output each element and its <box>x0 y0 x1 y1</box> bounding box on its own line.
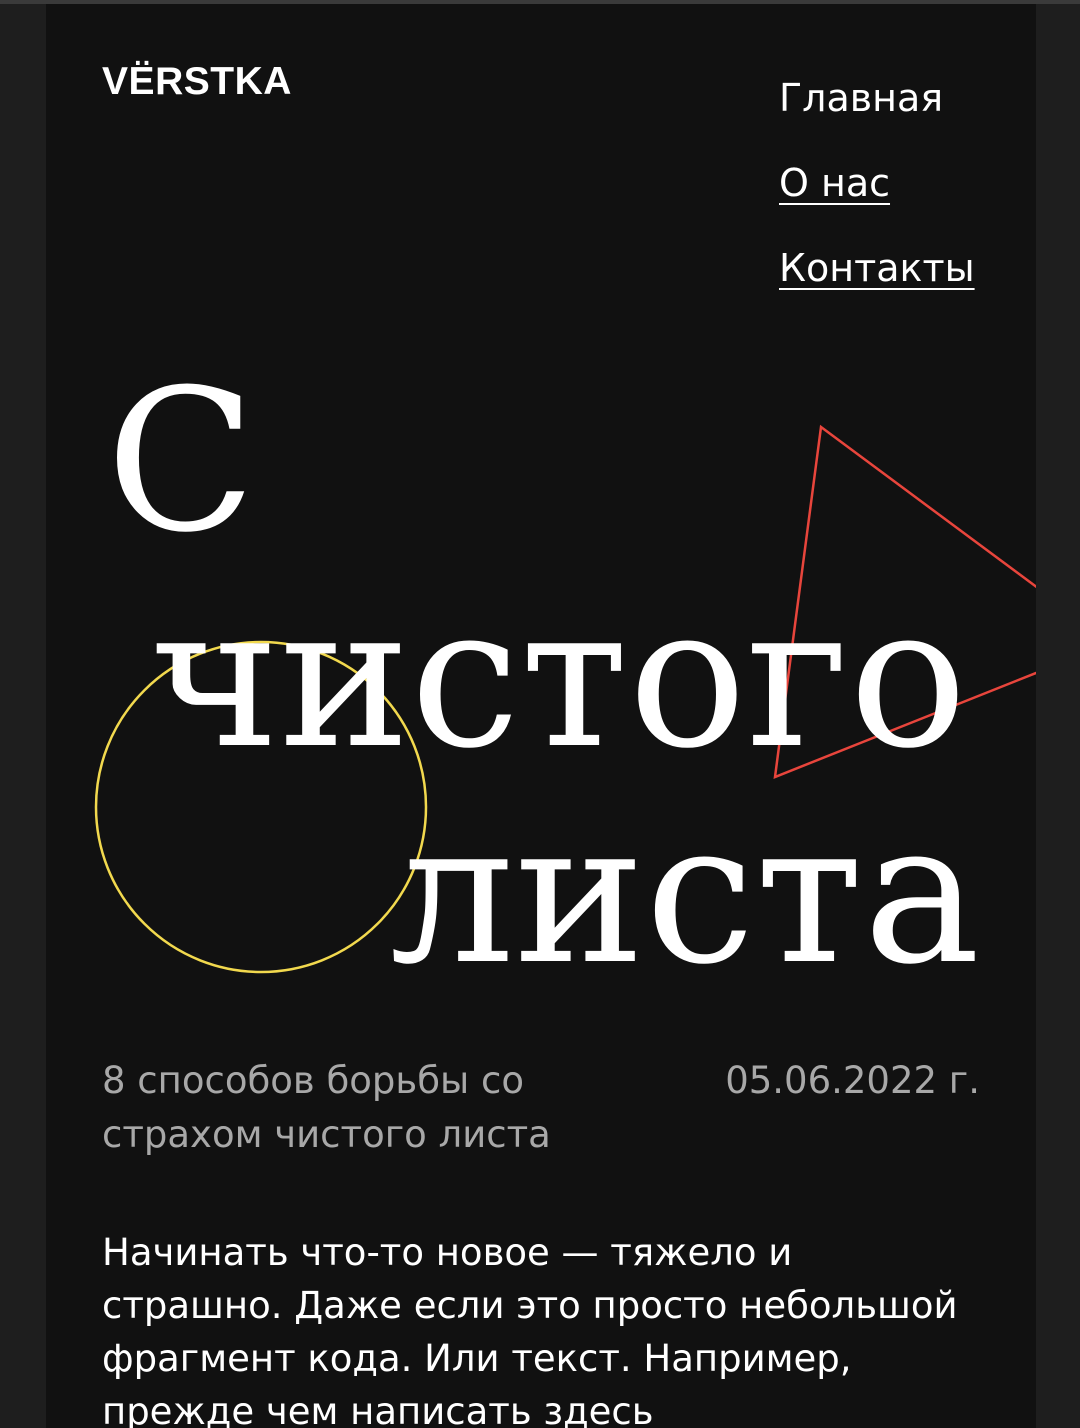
page-container: VЁRSTKA Главная О нас Контакты С чистого… <box>46 4 1036 1428</box>
article-subtitle: 8 способов борьбы со страхом чистого лис… <box>102 1059 551 1156</box>
hero-title-line-2: чистого <box>150 564 968 792</box>
hero-title-line-3: листа <box>390 780 981 1008</box>
hero-title: С чистого листа <box>102 354 980 1002</box>
article-date: 05.06.2022 г. <box>725 1059 980 1102</box>
hero-title-line-1: С <box>106 348 256 576</box>
article-body: Начинать что-то новое — тяжело и страшно… <box>102 1231 958 1428</box>
